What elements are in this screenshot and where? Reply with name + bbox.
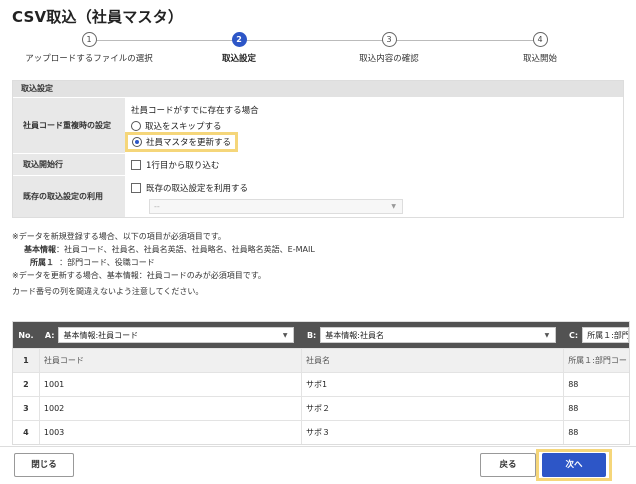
radio-skip-label: 取込をスキップする [145, 122, 222, 132]
row-number: 3 [23, 404, 29, 413]
progress-stepper: 1 アップロードするファイルの選択 2 取込設定 3 取込内容の確認 4 取込開… [0, 32, 636, 72]
row-number: 1 [23, 356, 29, 365]
column-c-header: C: 所属１:部門コード [563, 322, 629, 348]
column-a-select[interactable]: 基本情報:社員コード ▼ [58, 327, 295, 343]
cell: 1001 [38, 372, 301, 397]
note-dept: 所属１ ：部門コード、役職コード [12, 256, 624, 269]
column-a-header: A: 基本情報:社員コード ▼ [39, 322, 301, 348]
cell: 88 [563, 396, 629, 421]
cell: 社員名 [301, 348, 563, 373]
cell: サポ３ [301, 420, 563, 444]
start-row-checkbox[interactable] [131, 160, 141, 170]
radio-update[interactable] [132, 137, 142, 147]
step-label: アップロードするファイルの選択 [25, 54, 153, 64]
cell: 1002 [38, 396, 301, 421]
note-dept-label: 所属１ [30, 258, 54, 267]
footer-bar: 閉じる 戻る 次へ [0, 446, 636, 484]
step-label: 取込内容の確認 [359, 54, 419, 64]
column-c-letter: C: [569, 330, 579, 340]
cell: 1003 [38, 420, 301, 444]
cell: サポ1 [301, 372, 563, 397]
existing-setting-label: 既存の取込設定の利用 [13, 176, 125, 217]
existing-select-value: -- [154, 202, 160, 211]
existing-setting-row: 既存の取込設定の利用 既存の取込設定を利用する -- ▼ [13, 175, 623, 217]
step-4: 4 取込開始 [465, 32, 615, 64]
cell: 88 [563, 372, 629, 397]
duplicate-setting-options: 社員コードがすでに存在する場合 取込をスキップする 社員マスタを更新する [125, 98, 623, 153]
settings-heading: 取込設定 [13, 81, 623, 97]
step-number: 1 [81, 32, 97, 47]
step-label: 取込設定 [221, 54, 256, 64]
column-mapping-table: No. A: 基本情報:社員コード ▼ B: 基本情報:社員名 ▼ C: 所属１… [12, 321, 630, 445]
back-button[interactable]: 戻る [480, 453, 536, 477]
cell: 所属１:部門コード [563, 348, 629, 373]
step-1: 1 アップロードするファイルの選択 [14, 32, 164, 64]
page-title: CSV取込（社員マスタ） [12, 8, 184, 26]
import-settings-panel: 取込設定 社員コード重複時の設定 社員コードがすでに存在する場合 取込をスキップ… [12, 80, 624, 218]
duplicate-setting-label: 社員コード重複時の設定 [13, 98, 125, 153]
existing-setting-options: 既存の取込設定を利用する -- ▼ [125, 176, 623, 217]
cell: サポ２ [301, 396, 563, 421]
start-row-setting-row: 取込開始行 1行目から取り込む [13, 153, 623, 175]
existing-checkbox[interactable] [131, 183, 141, 193]
note-dept-value: ：部門コード、役職コード [59, 258, 155, 267]
note-line-1: ※データを新規登録する場合、以下の項目が必須項目です。 [12, 232, 226, 241]
start-row-checkbox-option[interactable]: 1行目から取り込む [131, 157, 617, 173]
table-row: 3 1002 サポ２ 88 [13, 396, 629, 421]
start-row-checkbox-label: 1行目から取り込む [146, 161, 220, 171]
row-number: 4 [23, 428, 29, 437]
note-line-3: カード番号の列を間違えないよう注意してください。 [12, 287, 204, 296]
table-row: 2 1001 サポ1 88 [13, 372, 629, 397]
next-button[interactable]: 次へ [542, 453, 606, 477]
existing-checkbox-label: 既存の取込設定を利用する [146, 184, 249, 194]
duplicate-description: 社員コードがすでに存在する場合 [131, 106, 259, 116]
start-row-label: 取込開始行 [13, 154, 125, 175]
cell: 88 [563, 420, 629, 444]
column-a-letter: A: [44, 330, 55, 340]
notes: ※データを新規登録する場合、以下の項目が必須項目です。 基本情報：社員コード、社… [12, 230, 624, 298]
radio-skip[interactable] [131, 121, 141, 131]
mapping-header: No. A: 基本情報:社員コード ▼ B: 基本情報:社員名 ▼ C: 所属１… [13, 322, 629, 348]
column-b-select-value: 基本情報:社員名 [325, 331, 384, 340]
start-row-options: 1行目から取り込む [125, 154, 623, 175]
column-c-select[interactable]: 所属１:部門コード [582, 327, 629, 343]
cell: 社員コード [38, 348, 301, 373]
existing-checkbox-option[interactable]: 既存の取込設定を利用する [131, 180, 617, 196]
column-c-select-value: 所属１:部門コード [587, 331, 629, 340]
note-basic-label: 基本情報 [24, 245, 56, 254]
table-row: 4 1003 サポ３ 88 [13, 420, 629, 444]
note-basic-value: ：社員コード、社員名、社員名英語、社員略名、社員略名英語、E-MAIL [56, 245, 315, 254]
step-3: 3 取込内容の確認 [314, 32, 464, 64]
chevron-down-icon: ▼ [544, 332, 550, 339]
radio-update-label: 社員マスタを更新する [146, 138, 232, 148]
existing-settings-select: -- ▼ [149, 199, 403, 214]
no-column-header: No. [18, 330, 34, 340]
step-label: 取込開始 [522, 54, 557, 64]
note-line-2: ※データを更新する場合、基本情報：社員コードのみが必須項目です。 [12, 271, 266, 280]
column-b-header: B: 基本情報:社員名 ▼ [301, 322, 563, 348]
column-b-select[interactable]: 基本情報:社員名 ▼ [320, 327, 557, 343]
step-number: 3 [381, 32, 397, 47]
chevron-down-icon: ▼ [282, 332, 288, 339]
radio-update-option[interactable]: 社員マスタを更新する [125, 132, 239, 152]
chevron-down-icon: ▼ [391, 203, 396, 210]
row-number: 2 [23, 380, 29, 389]
column-b-letter: B: [306, 330, 317, 340]
table-row: 1 社員コード 社員名 所属１:部門コード [13, 348, 629, 373]
close-button[interactable]: 閉じる [14, 453, 74, 477]
note-basic: 基本情報：社員コード、社員名、社員名英語、社員略名、社員略名英語、E-MAIL [12, 243, 624, 256]
step-2: 2 取込設定 [164, 32, 314, 64]
step-number: 4 [532, 32, 548, 47]
column-a-select-value: 基本情報:社員コード [63, 331, 139, 340]
step-number: 2 [231, 32, 247, 47]
duplicate-setting-row: 社員コード重複時の設定 社員コードがすでに存在する場合 取込をスキップする 社員… [13, 97, 623, 153]
